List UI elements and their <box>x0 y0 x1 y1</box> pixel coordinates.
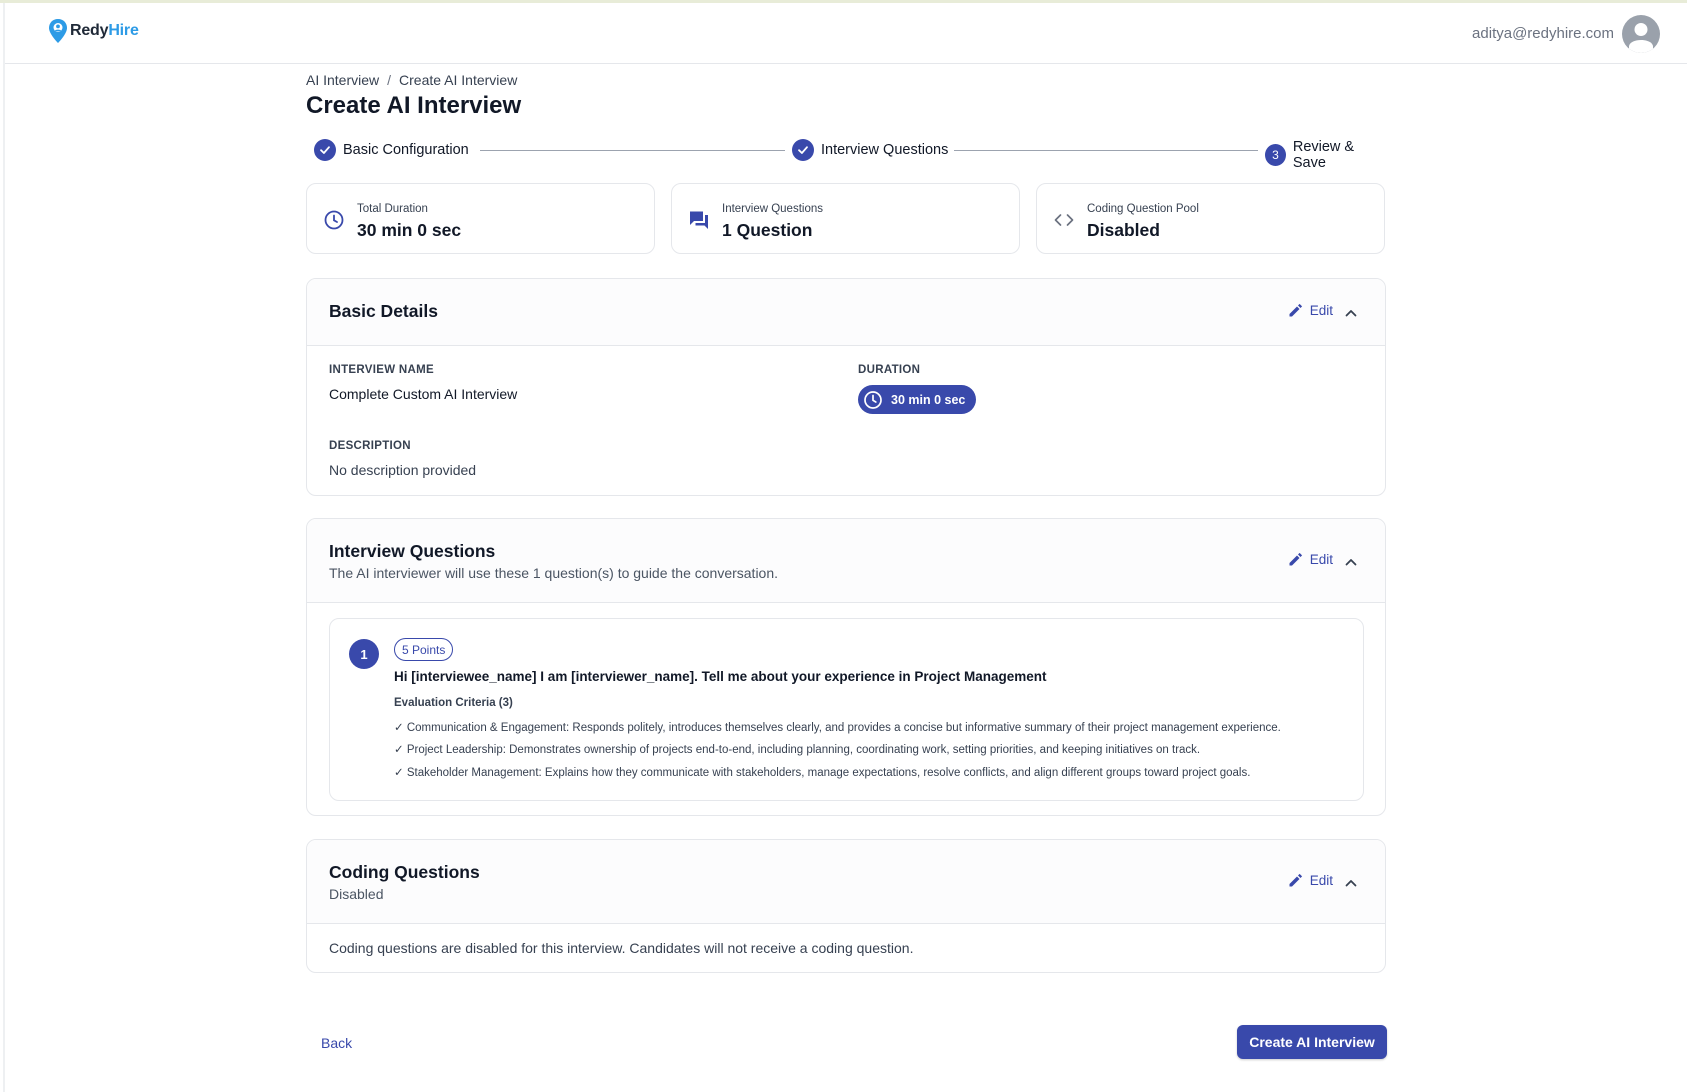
coding-questions-section: Coding Questions Disabled Edit Coding qu… <box>306 839 1386 973</box>
description-label: DESCRIPTION <box>329 440 411 452</box>
breadcrumb: AI Interview / Create AI Interview <box>306 72 517 88</box>
create-ai-interview-button[interactable]: Create AI Interview <box>1237 1025 1387 1059</box>
step-label: Basic Configuration <box>343 142 469 158</box>
criteria-item: ✓ Communication & Engagement: Responds p… <box>394 722 1281 734</box>
stat-value: Disabled <box>1087 220 1160 240</box>
code-icon <box>1054 214 1074 226</box>
chevron-up-icon[interactable] <box>1343 554 1359 570</box>
duration-badge: 30 min 0 sec <box>858 385 977 414</box>
check-icon <box>314 139 336 161</box>
section-header: Basic Details Edit <box>307 279 1385 346</box>
interview-name-label: INTERVIEW NAME <box>329 364 434 376</box>
chat-icon <box>690 211 708 229</box>
stat-label: Total Duration <box>357 203 428 215</box>
interview-name-value: Complete Custom AI Interview <box>329 386 518 402</box>
pencil-icon <box>1289 873 1302 887</box>
step-connector <box>954 150 1258 151</box>
step-connector <box>480 150 785 151</box>
summary-stats: Total Duration 30 min 0 sec Interview Qu… <box>306 183 1386 254</box>
section-title: Coding Questions <box>329 862 480 882</box>
user-avatar[interactable] <box>1622 15 1660 53</box>
pencil-icon <box>1289 552 1302 566</box>
section-subtitle: The AI interviewer will use these 1 ques… <box>329 565 779 581</box>
clock-icon <box>864 390 882 409</box>
basic-details-section: Basic Details Edit INTERVIEW NAME Comple… <box>306 278 1386 496</box>
step-label: Review & Save <box>1292 139 1355 171</box>
duration-value: 30 min 0 sec <box>891 392 966 407</box>
back-button[interactable]: Back <box>321 1035 352 1051</box>
user-email: aditya@redyhire.com <box>1472 25 1614 42</box>
criteria-item: ✓ Stakeholder Management: Explains how t… <box>394 767 1251 779</box>
stat-coding-pool: Coding Question Pool Disabled <box>1036 183 1385 254</box>
page-title: Create AI Interview <box>306 92 522 119</box>
question-number: 1 <box>349 639 379 669</box>
section-header: Interview Questions The AI interviewer w… <box>307 519 1385 603</box>
edit-questions-button[interactable]: Edit <box>1288 552 1333 567</box>
step-label: Interview Questions <box>821 142 949 158</box>
edit-basic-details-button[interactable]: Edit <box>1288 303 1333 318</box>
stepper: Basic Configuration Interview Questions … <box>314 139 1386 171</box>
question-text: Hi [interviewee_name] I am [interviewer_… <box>394 669 1047 684</box>
check-icon <box>792 139 814 161</box>
logo[interactable]: RedyHire <box>48 18 139 44</box>
pencil-icon <box>1289 303 1302 317</box>
user-icon <box>1629 23 1653 53</box>
edit-label: Edit <box>1309 303 1333 318</box>
breadcrumb-separator: / <box>387 72 392 88</box>
step-review-save[interactable]: 3 Review & Save <box>1265 139 1386 171</box>
step-number: 3 <box>1265 144 1286 166</box>
logo-text-hire: Hire <box>108 22 139 39</box>
section-subtitle: Disabled <box>329 886 384 902</box>
interview-questions-section: Interview Questions The AI interviewer w… <box>306 518 1386 816</box>
description-value: No description provided <box>329 462 477 478</box>
breadcrumb-parent[interactable]: AI Interview <box>306 72 379 88</box>
section-title: Basic Details <box>329 301 438 321</box>
points-badge: 5 Points <box>394 638 454 661</box>
step-basic-configuration[interactable]: Basic Configuration <box>314 139 469 161</box>
location-pin-icon <box>49 19 67 43</box>
question-card: 1 5 Points Hi [interviewee_name] I am [i… <box>329 618 1364 801</box>
coding-disabled-message: Coding questions are disabled for this i… <box>329 940 914 956</box>
section-header: Coding Questions Disabled Edit <box>307 840 1385 924</box>
stat-value: 30 min 0 sec <box>357 220 462 240</box>
stat-interview-questions: Interview Questions 1 Question <box>671 183 1020 254</box>
edit-coding-button[interactable]: Edit <box>1288 873 1333 888</box>
edit-label: Edit <box>1309 873 1333 888</box>
stat-total-duration: Total Duration 30 min 0 sec <box>306 183 655 254</box>
criteria-item: ✓ Project Leadership: Demonstrates owner… <box>394 744 1201 756</box>
left-border <box>3 3 5 1092</box>
duration-label: DURATION <box>858 364 921 376</box>
section-title: Interview Questions <box>329 541 496 561</box>
stat-label: Interview Questions <box>722 203 823 215</box>
step-interview-questions[interactable]: Interview Questions <box>792 139 948 161</box>
evaluation-criteria-title: Evaluation Criteria (3) <box>394 697 513 709</box>
stat-label: Coding Question Pool <box>1087 203 1199 215</box>
edit-label: Edit <box>1309 552 1333 567</box>
clock-icon <box>324 210 344 230</box>
chevron-up-icon[interactable] <box>1343 305 1359 321</box>
logo-text-redy: Redy <box>70 22 109 39</box>
chevron-up-icon[interactable] <box>1343 875 1359 891</box>
stat-value: 1 Question <box>722 220 813 240</box>
app-header: RedyHire aditya@redyhire.com <box>5 3 1687 64</box>
breadcrumb-current: Create AI Interview <box>399 72 518 88</box>
logo-text: RedyHire <box>70 22 139 40</box>
